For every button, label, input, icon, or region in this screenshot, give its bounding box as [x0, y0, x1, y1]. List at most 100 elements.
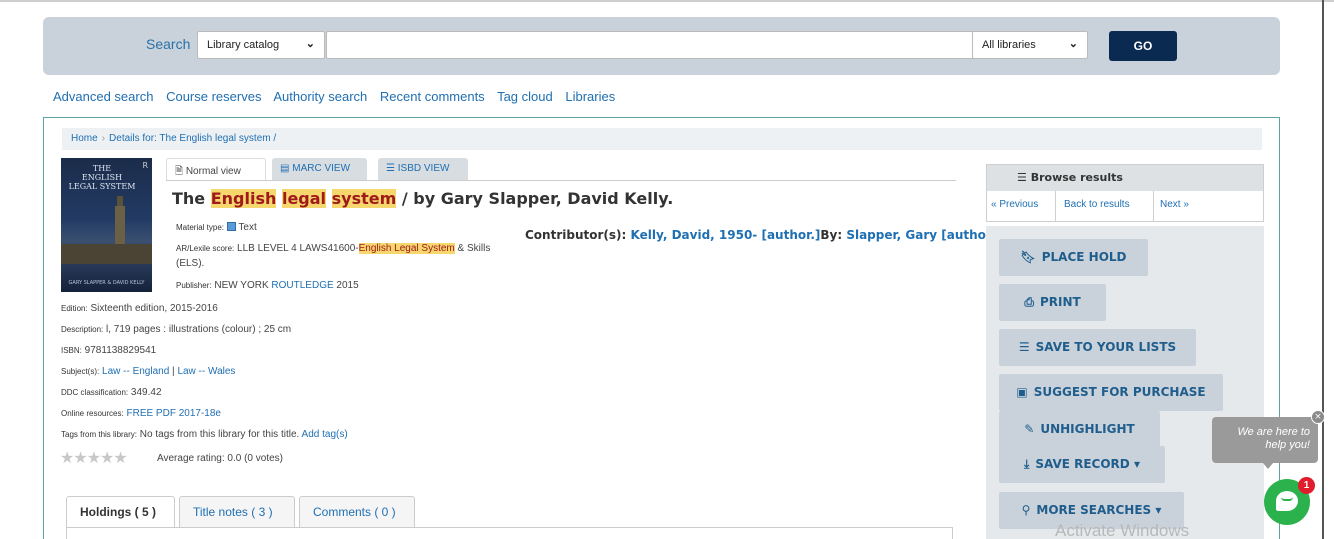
bookmark-icon: 🔖︎ [1020, 250, 1036, 264]
online-resources: Online resources: FREE PDF 2017-18e [61, 408, 221, 419]
tags: Tags from this library: No tags from thi… [61, 429, 348, 440]
tab-label: MARC VIEW [292, 163, 351, 174]
cover-title-line: LEGAL SYSTEM [68, 182, 136, 191]
description: Description: l, 719 pages : illustration… [61, 324, 291, 335]
by-label: By: [820, 228, 843, 242]
next-link[interactable]: Next » [1160, 199, 1189, 210]
tags-value: No tags from this library for this title… [137, 429, 300, 440]
button-label: UNHIGHLIGHT [1040, 422, 1135, 436]
chat-prompt-text: help you! [1265, 439, 1310, 451]
pencil-icon: ✎ [1024, 422, 1035, 436]
star-icon[interactable]: ★ [73, 448, 87, 467]
previous-link[interactable]: « Previous [991, 199, 1038, 210]
title-highlight: legal [281, 189, 327, 208]
title-highlight: system [331, 189, 397, 208]
save-record-button[interactable]: ⤓ SAVE RECORD ▾ [999, 446, 1165, 483]
online-resource-link[interactable]: FREE PDF 2017-18e [126, 408, 221, 419]
tags-label: Tags from this library: [61, 430, 138, 439]
material-type: Material type: Text [176, 222, 257, 233]
cover-title-line: ENGLISH [81, 173, 123, 182]
tag-cloud-link[interactable]: Tag cloud [497, 89, 553, 104]
arlexile-text: & Skills [454, 243, 491, 254]
advanced-search-link[interactable]: Advanced search [53, 89, 153, 104]
contributors: Contributor(s): Kelly, David, 1950- [aut… [525, 228, 1000, 242]
button-label: SAVE RECORD [1035, 457, 1130, 471]
back-to-results-link[interactable]: Back to results [1064, 199, 1130, 210]
publisher-place: NEW YORK [211, 280, 272, 291]
search-input[interactable] [326, 31, 1013, 59]
browse-results: ☰ Browse results « Previous Back to resu… [986, 164, 1264, 222]
publisher-year: 2015 [333, 280, 359, 291]
divider [1153, 191, 1154, 221]
contributor-link[interactable]: Kelly, David, 1950- [author.] [631, 228, 821, 242]
star-icon[interactable]: ★ [87, 448, 101, 467]
list-icon: ☰ [386, 163, 398, 174]
chevron-down-icon: ⌄ [305, 38, 315, 50]
catalog-select-value: Library catalog [207, 39, 280, 51]
title-highlight: English [210, 189, 277, 208]
arlexile-text: LLB LEVEL 4 LAWS41600- [234, 243, 359, 254]
print-button[interactable]: ⎙ PRINT [999, 284, 1106, 321]
breadcrumb: Home › Details for: The English legal syst… [62, 128, 1262, 150]
recent-comments-link[interactable]: Recent comments [380, 89, 485, 104]
tab-marc-view[interactable]: ▤ MARC VIEW [272, 158, 367, 180]
libraries-link[interactable]: Libraries [565, 89, 615, 104]
breadcrumb-current[interactable]: Details for: The English legal system / [109, 133, 276, 144]
chevron-down-icon: ⌄ [1068, 38, 1078, 50]
star-icon[interactable]: ★ [113, 448, 127, 467]
edition-label: Edition: [61, 304, 88, 313]
subject-link[interactable]: Law -- Wales [177, 366, 235, 377]
isbn-value: 9781138829541 [81, 345, 157, 356]
authority-search-link[interactable]: Authority search [273, 89, 367, 104]
place-hold-button[interactable]: 🔖︎ PLACE HOLD [999, 239, 1148, 276]
subject-link[interactable]: Law -- England [102, 366, 169, 377]
book-cover-image[interactable]: R THE ENGLISH LEGAL SYSTEM GARY SLAPPER … [61, 158, 152, 292]
breadcrumb-separator: › [101, 133, 106, 144]
gift-icon: ▣ [1016, 385, 1028, 399]
cover-skyline [61, 244, 152, 264]
chat-prompt-bubble[interactable]: We are here to help you! [1212, 417, 1318, 463]
cover-title: THE ENGLISH LEGAL SYSTEM [67, 164, 137, 191]
tab-label: Normal view [185, 166, 241, 177]
record-actions: 🔖︎ PLACE HOLD ⎙ PRINT ☰ SAVE TO YOUR LISTS … [986, 226, 1264, 539]
ddc-value: 349.42 [128, 387, 162, 398]
tab-isbd-view[interactable]: ☰ ISBD VIEW [378, 158, 468, 180]
unhighlight-button[interactable]: ✎ UNHIGHLIGHT [999, 411, 1160, 448]
tab-holdings[interactable]: Holdings ( 5 ) [66, 496, 175, 527]
save-to-lists-button[interactable]: ☰ SAVE TO YOUR LISTS [999, 329, 1196, 366]
catalog-select[interactable]: Library catalog ⌄ [197, 31, 325, 59]
chat-prompt-text: We are here to [1237, 426, 1310, 438]
libraries-select[interactable]: All libraries ⌄ [972, 31, 1088, 59]
star-icon[interactable]: ★ [60, 448, 74, 467]
search-icon: ⚲ [1021, 503, 1031, 517]
list-icon: ☰ [1017, 171, 1031, 184]
publisher: Publisher: NEW YORK ROUTLEDGE 2015 [176, 280, 359, 291]
online-label: Online resources: [61, 409, 124, 418]
tab-normal-view[interactable]: 🗎 Normal view [166, 158, 266, 180]
button-label: SUGGEST FOR PURCHASE [1033, 385, 1206, 399]
close-icon[interactable]: × [1311, 410, 1325, 424]
top-nav-links: Advanced search Course reserves Authorit… [53, 89, 624, 104]
rating-stars[interactable]: ★★★★★ [60, 448, 128, 467]
record-panel: Home › Details for: The English legal syst… [43, 117, 1280, 539]
author-link[interactable]: Slapper, Gary [author.] [846, 228, 1000, 242]
list-box-icon: ▤ [280, 163, 293, 174]
star-icon[interactable]: ★ [100, 448, 114, 467]
activate-windows-watermark: Activate Windows [1055, 521, 1190, 539]
chat-icon [1276, 491, 1298, 511]
breadcrumb-home[interactable]: Home [71, 133, 98, 144]
description-value: l, 719 pages : illustrations (colour) ; … [103, 324, 292, 335]
tab-title-notes[interactable]: Title notes ( 3 ) [179, 496, 295, 527]
isbn: ISBN: 9781138829541 [61, 345, 156, 356]
suggest-for-purchase-button[interactable]: ▣ SUGGEST FOR PURCHASE [999, 374, 1223, 411]
publisher-link[interactable]: ROUTLEDGE [271, 280, 333, 291]
search-label: Search [146, 36, 191, 52]
title-text: The [172, 189, 211, 208]
course-reserves-link[interactable]: Course reserves [166, 89, 261, 104]
go-button[interactable]: GO [1109, 31, 1177, 61]
ddc-classification: DDC classification: 349.42 [61, 387, 162, 398]
add-tag-link[interactable]: Add tag(s) [302, 429, 348, 440]
browse-results-header: ☰ Browse results [987, 165, 1263, 191]
tab-comments[interactable]: Comments ( 0 ) [299, 496, 415, 527]
download-icon: ⤓ [1024, 457, 1030, 471]
